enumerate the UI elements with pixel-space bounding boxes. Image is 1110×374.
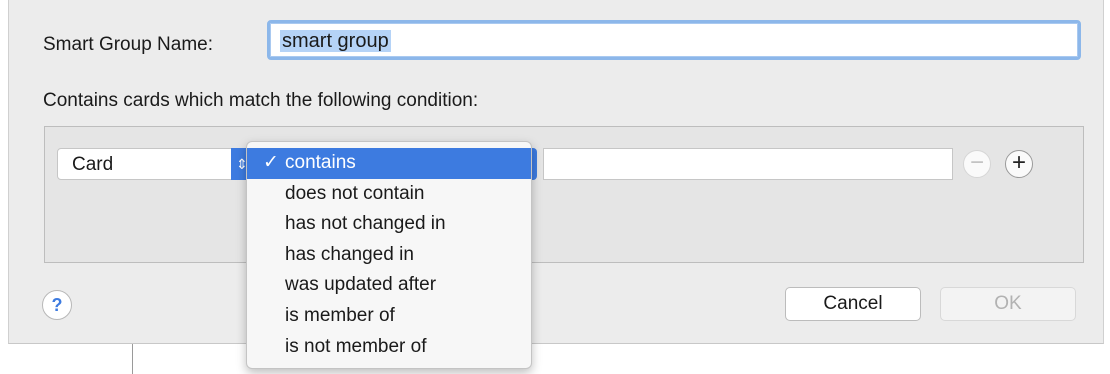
cancel-button[interactable]: Cancel xyxy=(785,287,921,321)
ok-button[interactable]: OK xyxy=(940,287,1076,321)
background-divider xyxy=(132,344,133,374)
menu-item-has-not-changed-in[interactable]: has not changed in xyxy=(247,209,531,240)
checkmark-icon: ✓ xyxy=(263,152,279,173)
menu-item-label: contains xyxy=(285,152,356,173)
smart-group-name-label: Smart Group Name: xyxy=(43,34,213,55)
condition-value-input[interactable] xyxy=(543,148,953,180)
condition-label: Contains cards which match the following… xyxy=(43,90,479,111)
smart-group-name-value: smart group xyxy=(280,30,391,52)
smart-group-name-input[interactable]: smart group xyxy=(267,20,1081,60)
add-condition-button[interactable]: + xyxy=(1005,150,1033,178)
field-popup-button[interactable]: Card ⇕ xyxy=(57,148,253,180)
menu-item-was-updated-after[interactable]: was updated after xyxy=(247,270,531,301)
menu-item-has-changed-in[interactable]: has changed in xyxy=(247,240,531,271)
menu-item-is-member-of[interactable]: is member of xyxy=(247,301,531,332)
menu-item-label: has changed in xyxy=(285,243,414,265)
field-popup-value: Card xyxy=(72,154,114,175)
menu-item-contains[interactable]: ✓ contains xyxy=(247,148,531,179)
condition-box xyxy=(44,126,1084,263)
menu-item-label: has not changed in xyxy=(285,213,446,235)
menu-item-does-not-contain[interactable]: does not contain xyxy=(247,179,531,210)
menu-item-label: was updated after xyxy=(285,274,437,296)
menu-item-label: does not contain xyxy=(285,182,425,204)
help-button[interactable]: ? xyxy=(42,290,72,320)
operator-dropdown-menu: ✓ contains does not contain has not changed… xyxy=(246,141,532,369)
remove-condition-button[interactable]: − xyxy=(963,150,991,178)
menu-item-label: is not member of xyxy=(285,335,427,357)
menu-item-label: is member of xyxy=(285,304,395,326)
menu-item-is-not-member-of[interactable]: is not member of xyxy=(247,332,531,363)
